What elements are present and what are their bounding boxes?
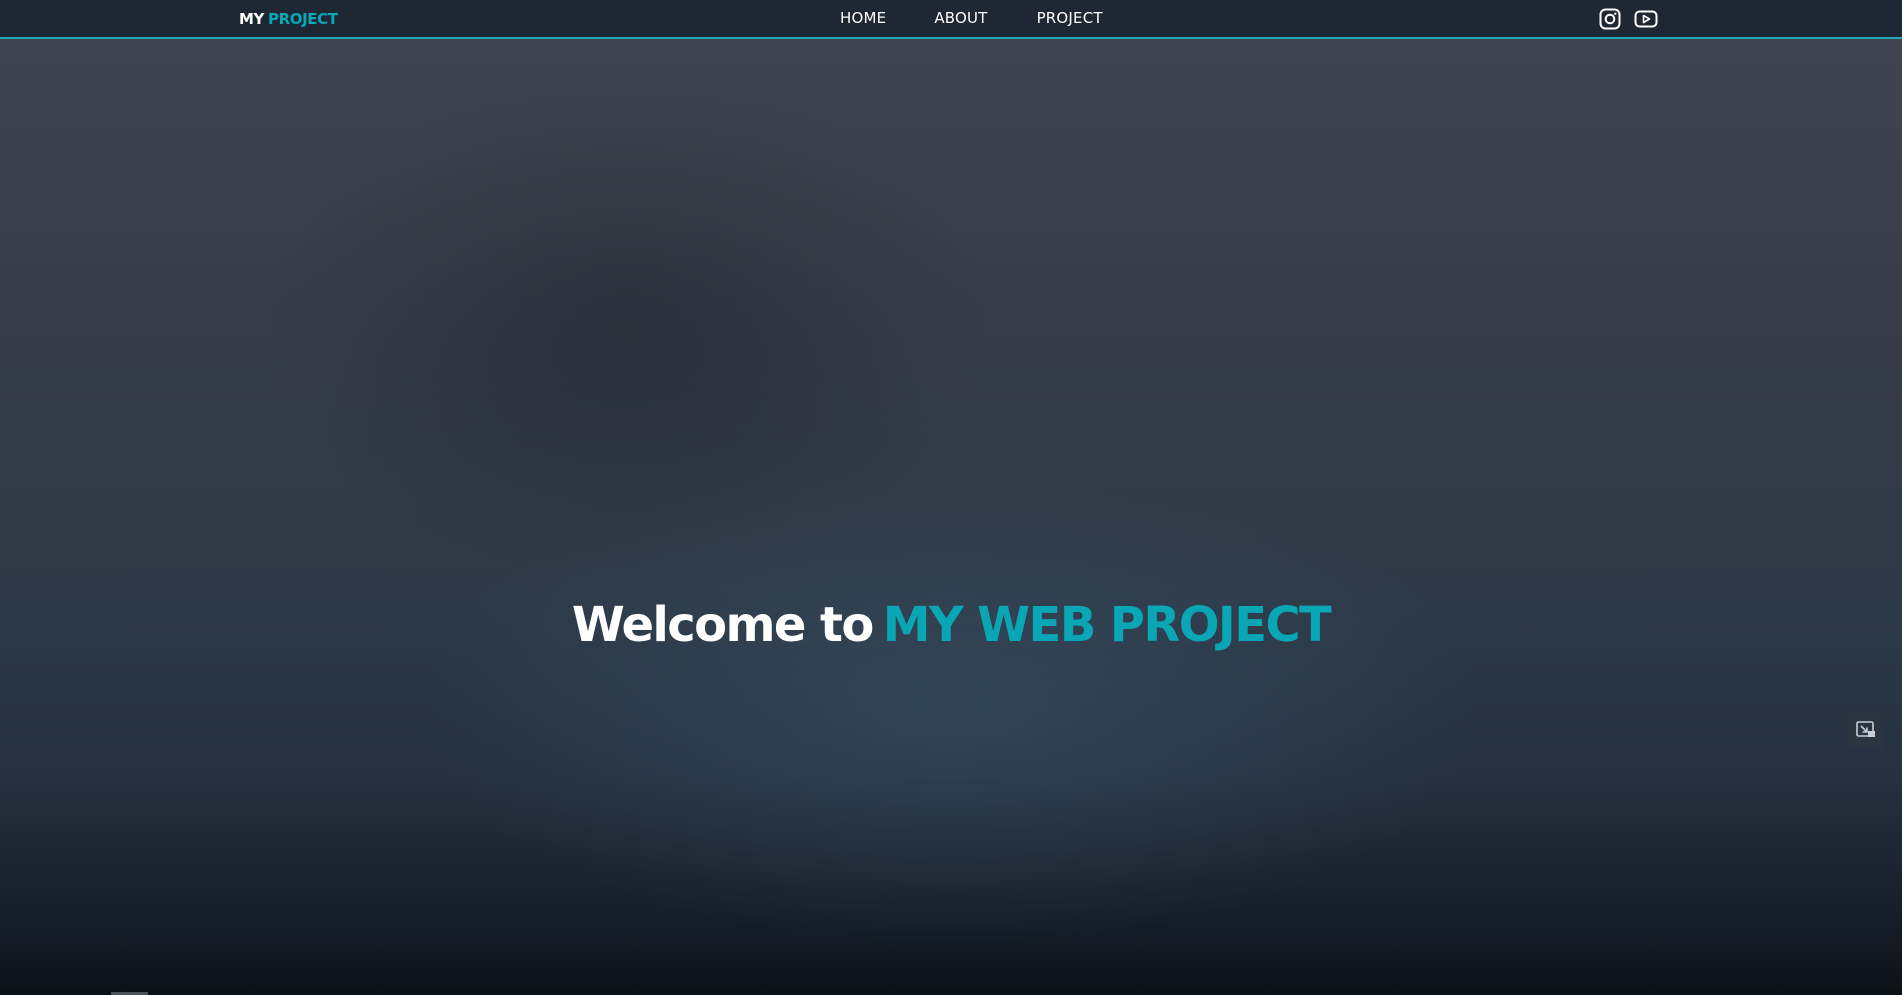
logo-text-my: MY: [239, 10, 264, 28]
nav-link-project[interactable]: PROJECT: [1037, 9, 1103, 27]
bottom-edge: [0, 991, 1902, 995]
site-logo[interactable]: MY PROJECT: [239, 10, 338, 28]
social-links: [1599, 8, 1658, 30]
nav-link-about[interactable]: ABOUT: [934, 9, 987, 27]
picture-in-picture-icon: [1856, 721, 1875, 737]
hero-title-accent: MY WEB PROJECT: [882, 597, 1332, 654]
navbar: MY PROJECT HOME ABOUT PROJECT: [0, 0, 1902, 39]
hero-title: Welcome to MY WEB PROJECT: [0, 597, 1902, 653]
hero-title-welcome: Welcome to: [571, 597, 874, 654]
main-nav: HOME ABOUT PROJECT: [840, 9, 1103, 27]
youtube-icon: [1634, 10, 1658, 28]
logo-text-project: PROJECT: [268, 10, 338, 28]
instagram-icon: [1599, 8, 1621, 30]
youtube-link[interactable]: [1634, 8, 1658, 30]
page: MY PROJECT HOME ABOUT PROJECT Welcome to…: [0, 0, 1902, 995]
picture-in-picture-button[interactable]: [1847, 712, 1883, 748]
nav-link-home[interactable]: HOME: [840, 9, 886, 27]
instagram-link[interactable]: [1599, 8, 1621, 30]
